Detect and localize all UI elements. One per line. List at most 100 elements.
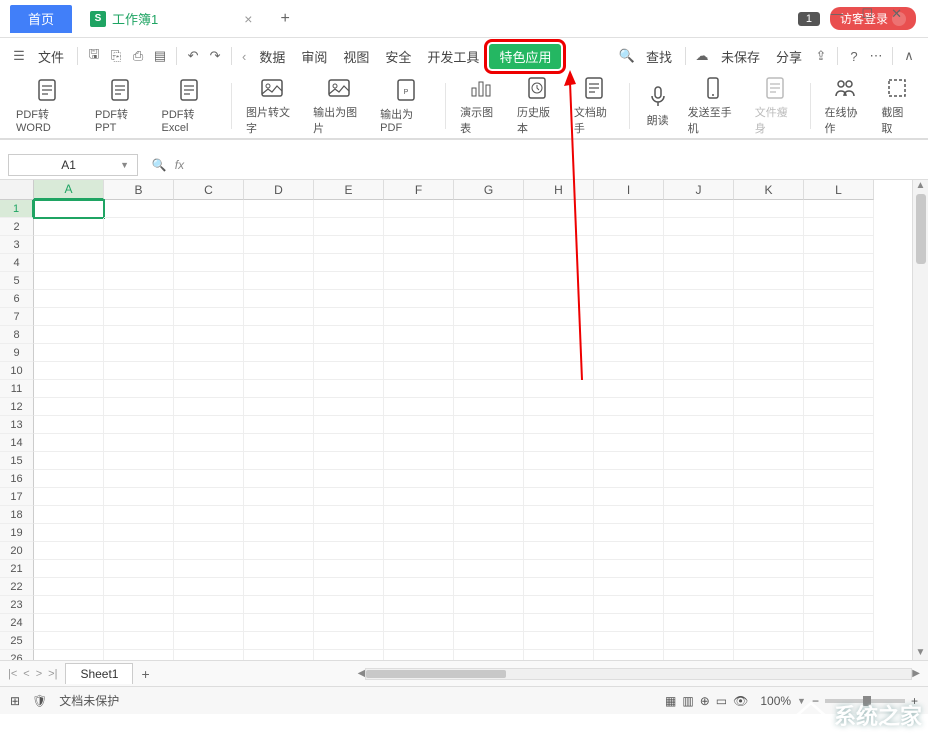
menu-review[interactable]: 审阅 <box>295 47 333 66</box>
row-header-2[interactable]: 2 <box>0 218 34 236</box>
cell-H13[interactable] <box>524 416 594 434</box>
cell-K1[interactable] <box>734 200 804 218</box>
zoom-value[interactable]: 100% <box>760 694 791 708</box>
row-header-22[interactable]: 22 <box>0 578 34 596</box>
cell-B7[interactable] <box>104 308 174 326</box>
cell-F20[interactable] <box>384 542 454 560</box>
cell-E16[interactable] <box>314 470 384 488</box>
cell-L17[interactable] <box>804 488 874 506</box>
cell-I2[interactable] <box>594 218 664 236</box>
cell-H14[interactable] <box>524 434 594 452</box>
cell-C25[interactable] <box>174 632 244 650</box>
cell-A23[interactable] <box>34 596 104 614</box>
zoom-out-icon[interactable]: − <box>812 694 819 708</box>
cell-C19[interactable] <box>174 524 244 542</box>
cell-L5[interactable] <box>804 272 874 290</box>
cell-E12[interactable] <box>314 398 384 416</box>
cell-G11[interactable] <box>454 380 524 398</box>
cell-D16[interactable] <box>244 470 314 488</box>
cell-B13[interactable] <box>104 416 174 434</box>
cell-D10[interactable] <box>244 362 314 380</box>
cell-E1[interactable] <box>314 200 384 218</box>
cell-I19[interactable] <box>594 524 664 542</box>
cell-F9[interactable] <box>384 344 454 362</box>
cell-H19[interactable] <box>524 524 594 542</box>
cell-B8[interactable] <box>104 326 174 344</box>
row-header-23[interactable]: 23 <box>0 596 34 614</box>
cell-J11[interactable] <box>664 380 734 398</box>
col-header-C[interactable]: C <box>174 180 244 200</box>
cell-A4[interactable] <box>34 254 104 272</box>
cell-A18[interactable] <box>34 506 104 524</box>
sheet-first-icon[interactable]: |< <box>8 668 17 680</box>
cell-L18[interactable] <box>804 506 874 524</box>
cell-C23[interactable] <box>174 596 244 614</box>
cell-K26[interactable] <box>734 650 804 660</box>
sheet-prev-icon[interactable]: < <box>23 668 29 680</box>
view-eye-icon[interactable]: 👁 <box>733 694 748 708</box>
cell-G2[interactable] <box>454 218 524 236</box>
cell-K12[interactable] <box>734 398 804 416</box>
cell-J23[interactable] <box>664 596 734 614</box>
cell-H11[interactable] <box>524 380 594 398</box>
cell-D6[interactable] <box>244 290 314 308</box>
cell-H6[interactable] <box>524 290 594 308</box>
cell-F17[interactable] <box>384 488 454 506</box>
vscroll-thumb[interactable] <box>916 194 926 264</box>
cell-F24[interactable] <box>384 614 454 632</box>
cell-L19[interactable] <box>804 524 874 542</box>
cell-C17[interactable] <box>174 488 244 506</box>
cell-G10[interactable] <box>454 362 524 380</box>
unsaved-label[interactable]: 未保存 <box>715 47 766 66</box>
cell-J19[interactable] <box>664 524 734 542</box>
cell-C21[interactable] <box>174 560 244 578</box>
cell-H3[interactable] <box>524 236 594 254</box>
cell-K7[interactable] <box>734 308 804 326</box>
cell-L21[interactable] <box>804 560 874 578</box>
cell-H12[interactable] <box>524 398 594 416</box>
cell-C8[interactable] <box>174 326 244 344</box>
cell-A25[interactable] <box>34 632 104 650</box>
cell-F14[interactable] <box>384 434 454 452</box>
cell-D18[interactable] <box>244 506 314 524</box>
name-box-dropdown-icon[interactable]: ▼ <box>120 160 129 170</box>
search-icon[interactable]: 🔍 <box>618 47 636 65</box>
cell-G18[interactable] <box>454 506 524 524</box>
view-pagebreak-icon[interactable]: ⊕ <box>700 694 710 708</box>
cell-I25[interactable] <box>594 632 664 650</box>
print-icon[interactable]: ⎙ <box>129 47 147 65</box>
cells-area[interactable] <box>34 200 874 660</box>
ribbon-朗读[interactable]: 朗读 <box>636 84 680 128</box>
cell-H2[interactable] <box>524 218 594 236</box>
cell-J18[interactable] <box>664 506 734 524</box>
cell-J17[interactable] <box>664 488 734 506</box>
cell-D9[interactable] <box>244 344 314 362</box>
col-header-D[interactable]: D <box>244 180 314 200</box>
cell-K11[interactable] <box>734 380 804 398</box>
cell-H1[interactable] <box>524 200 594 218</box>
cell-D24[interactable] <box>244 614 314 632</box>
formula-input[interactable] <box>198 154 928 176</box>
cell-B18[interactable] <box>104 506 174 524</box>
cell-J12[interactable] <box>664 398 734 416</box>
cell-K21[interactable] <box>734 560 804 578</box>
cell-J10[interactable] <box>664 362 734 380</box>
col-header-A[interactable]: A <box>34 180 104 200</box>
cell-J9[interactable] <box>664 344 734 362</box>
col-header-K[interactable]: K <box>734 180 804 200</box>
cell-D4[interactable] <box>244 254 314 272</box>
cell-I8[interactable] <box>594 326 664 344</box>
cell-A19[interactable] <box>34 524 104 542</box>
cell-G1[interactable] <box>454 200 524 218</box>
row-header-13[interactable]: 13 <box>0 416 34 434</box>
cell-J2[interactable] <box>664 218 734 236</box>
menu-security[interactable]: 安全 <box>379 47 417 66</box>
cell-C16[interactable] <box>174 470 244 488</box>
cell-F1[interactable] <box>384 200 454 218</box>
cell-I18[interactable] <box>594 506 664 524</box>
cell-D13[interactable] <box>244 416 314 434</box>
cell-L15[interactable] <box>804 452 874 470</box>
cell-K16[interactable] <box>734 470 804 488</box>
cell-A11[interactable] <box>34 380 104 398</box>
cell-F11[interactable] <box>384 380 454 398</box>
